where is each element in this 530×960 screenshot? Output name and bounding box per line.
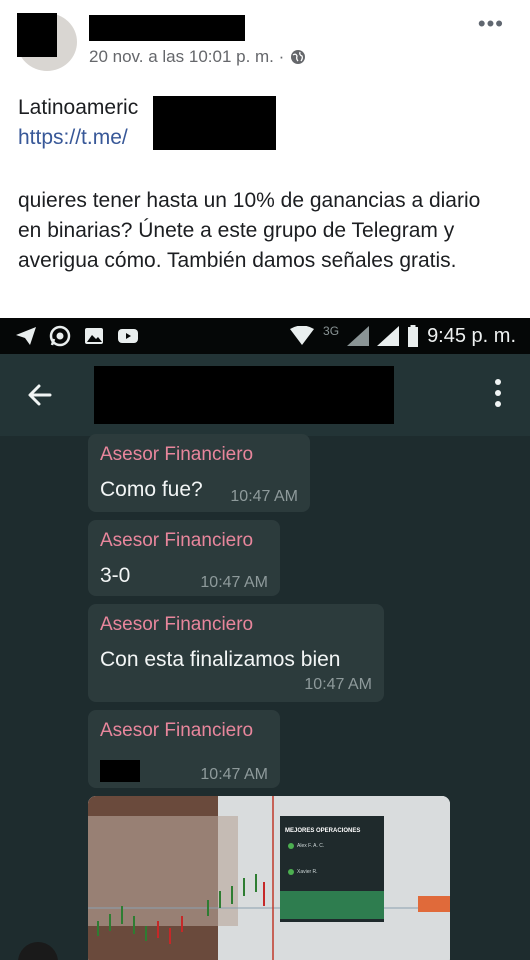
sender-avatar xyxy=(18,942,58,960)
message-time: 10:47 AM xyxy=(230,488,298,505)
photo-panel-row1: Alex F. A. C. xyxy=(297,843,325,849)
signal-icon xyxy=(347,326,370,346)
message-bubble[interactable]: Asesor Financiero 3-0 10:47 AM xyxy=(88,520,280,596)
status-time: 9:45 p. m. xyxy=(427,324,516,347)
whatsapp-icon xyxy=(49,325,71,347)
telegram-link[interactable]: https://t.me/ xyxy=(18,126,128,150)
message-redaction xyxy=(100,760,140,782)
post-timestamp[interactable]: 20 nov. a las 10:01 p. m. · xyxy=(89,47,284,67)
network-type: 3G xyxy=(323,324,340,338)
message-sender: Asesor Financiero xyxy=(100,614,254,635)
signal-icon-2 xyxy=(377,326,400,346)
chat-title-redaction xyxy=(94,366,394,424)
more-options-icon[interactable]: ••• xyxy=(478,13,504,35)
trading-chart-photo xyxy=(88,796,450,960)
message-time: 10:47 AM xyxy=(200,766,268,783)
youtube-icon xyxy=(118,329,138,343)
photo-message[interactable]: MEJORES OPERACIONES Alex F. A. C. Xavier… xyxy=(88,796,450,960)
telegram-screenshot[interactable]: 3G 9:45 p. m. Asesor Financiero Como fue… xyxy=(0,318,530,960)
message-bubble[interactable]: Asesor Financiero Como fue? 10:47 AM xyxy=(88,434,310,512)
message-text: 3-0 xyxy=(100,564,131,587)
avatar-redaction xyxy=(17,13,57,57)
battery-icon xyxy=(408,325,419,347)
message-bubble[interactable]: Asesor Financiero 10:47 AM xyxy=(88,710,280,788)
post-meta: 20 nov. a las 10:01 p. m. · xyxy=(89,47,306,67)
gallery-icon xyxy=(85,328,103,344)
globe-icon xyxy=(291,50,306,64)
author-name-redaction xyxy=(89,15,245,41)
photo-panel-row2: Xavier R. xyxy=(297,869,318,875)
post-body: quieres tener hasta un 10% de ganancias … xyxy=(18,189,481,272)
message-sender: Asesor Financiero xyxy=(100,530,254,551)
chat-app-bar xyxy=(0,354,530,436)
link-redaction xyxy=(153,96,276,150)
message-text: Como fue? xyxy=(100,478,203,501)
telegram-icon xyxy=(16,327,36,345)
photo-panel-title: MEJORES OPERACIONES xyxy=(285,828,361,834)
message-sender: Asesor Financiero xyxy=(100,444,254,465)
message-time: 10:47 AM xyxy=(200,574,268,591)
post-text-line1: Latinoameric xyxy=(18,96,139,119)
message-sender: Asesor Financiero xyxy=(100,720,254,741)
message-time: 10:47 AM xyxy=(304,676,372,693)
message-bubble[interactable]: Asesor Financiero Con esta finalizamos b… xyxy=(88,604,384,702)
back-arrow-icon[interactable] xyxy=(24,379,56,411)
message-text: Con esta finalizamos bien xyxy=(100,648,341,671)
wifi-icon xyxy=(290,326,315,345)
kebab-menu-icon[interactable] xyxy=(494,377,502,409)
status-bar: 3G 9:45 p. m. xyxy=(0,318,530,354)
